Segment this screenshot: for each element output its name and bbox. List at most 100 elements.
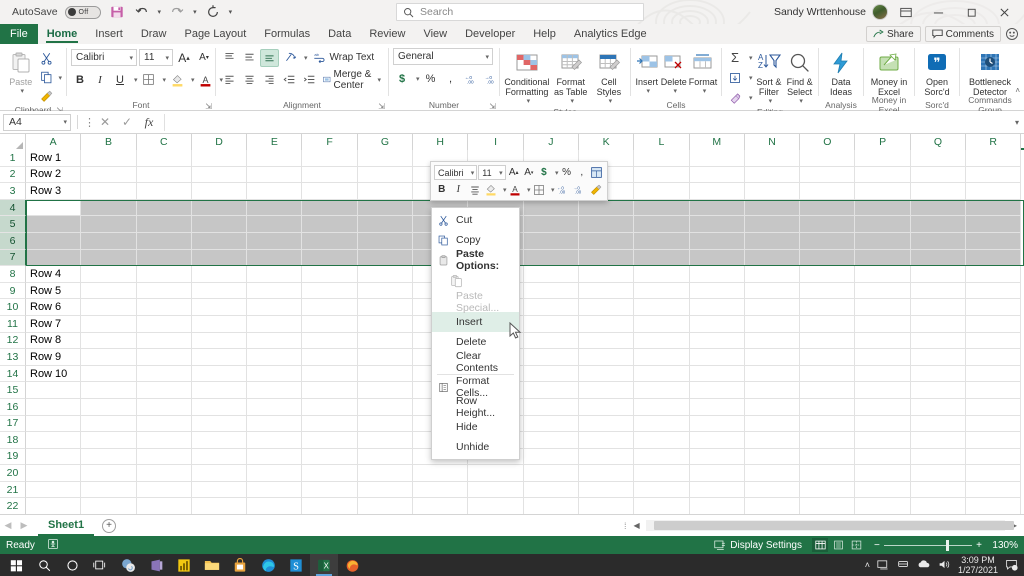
- cell-J19[interactable]: [523, 448, 579, 466]
- autosave-toggle[interactable]: Off: [64, 5, 101, 19]
- cell-K21[interactable]: [578, 481, 635, 499]
- cell-G21[interactable]: [357, 481, 414, 499]
- mini-accounting-icon[interactable]: $: [537, 165, 551, 181]
- autosum-caret[interactable]: ▾: [749, 54, 753, 62]
- row-header-2[interactable]: 2: [0, 166, 26, 184]
- cell-O18[interactable]: [800, 432, 856, 449]
- cell-D12[interactable]: [191, 332, 248, 350]
- row-header-21[interactable]: 21: [0, 481, 26, 499]
- save-icon[interactable]: [108, 3, 126, 21]
- format-painter-icon[interactable]: [37, 87, 55, 105]
- cell-B15[interactable]: [81, 382, 137, 399]
- cell-Q6[interactable]: [910, 232, 967, 250]
- cell-N10[interactable]: [744, 299, 801, 316]
- cell-F4[interactable]: [302, 199, 358, 217]
- column-header-Q[interactable]: Q: [910, 134, 967, 150]
- cell-M16[interactable]: [689, 398, 745, 416]
- cell-Q22[interactable]: [911, 498, 967, 514]
- cell-styles-button[interactable]: Cell Styles ▾: [592, 47, 626, 107]
- column-header-N[interactable]: N: [744, 134, 801, 150]
- cell-L20[interactable]: [634, 465, 690, 482]
- cell-Q17[interactable]: [910, 415, 967, 433]
- zoom-thumb[interactable]: [945, 539, 949, 551]
- enter-icon[interactable]: ✓: [116, 115, 138, 129]
- bottleneck-detector-button[interactable]: Bottleneck Detector: [964, 47, 1016, 97]
- mini-fill-color-icon[interactable]: [484, 182, 500, 198]
- cell-D8[interactable]: [191, 266, 248, 283]
- row-header-3[interactable]: 3: [0, 183, 26, 200]
- context-menu-item-format-cells[interactable]: Format Cells...: [432, 375, 519, 399]
- cell-M20[interactable]: [689, 465, 745, 482]
- cell-R6[interactable]: [966, 232, 1022, 250]
- italic-button[interactable]: I: [91, 71, 109, 89]
- row-header-1[interactable]: 1: [0, 150, 26, 167]
- cell-L3[interactable]: [634, 183, 690, 200]
- cell-G3[interactable]: [357, 183, 414, 200]
- mini-fill-color-caret[interactable]: ▾: [503, 186, 507, 194]
- refresh-icon[interactable]: [204, 3, 222, 21]
- cell-A1[interactable]: Row 1: [26, 150, 82, 167]
- close-button[interactable]: [989, 0, 1020, 24]
- show-hidden-icons-chevron[interactable]: ˄: [865, 560, 870, 570]
- cell-M1[interactable]: [689, 150, 745, 167]
- cell-K19[interactable]: [578, 448, 635, 466]
- cell-N15[interactable]: [744, 382, 801, 399]
- cell-B1[interactable]: [81, 150, 137, 167]
- insert-function-icon[interactable]: fx: [138, 115, 160, 130]
- cell-O21[interactable]: [800, 481, 856, 499]
- row-header-11[interactable]: 11: [0, 315, 26, 333]
- cell-R10[interactable]: [966, 299, 1022, 316]
- cell-P10[interactable]: [855, 299, 911, 316]
- add-sheet-button[interactable]: +: [102, 518, 117, 533]
- file-explorer-icon[interactable]: [198, 554, 226, 576]
- cell-M10[interactable]: [689, 299, 745, 316]
- cell-B20[interactable]: [81, 465, 137, 482]
- scroll-left-button[interactable]: ◀: [631, 521, 643, 530]
- cell-J14[interactable]: [523, 365, 579, 383]
- cell-G16[interactable]: [357, 398, 414, 416]
- cell-P14[interactable]: [855, 365, 911, 383]
- cell-P11[interactable]: [855, 315, 911, 333]
- cell-G7[interactable]: [357, 249, 414, 267]
- page-layout-view-icon[interactable]: [830, 538, 846, 552]
- usb-icon[interactable]: [897, 559, 910, 571]
- row-header-20[interactable]: 20: [0, 465, 26, 482]
- sheet-tab-sheet1[interactable]: Sheet1: [38, 515, 95, 536]
- mini-font-color-caret[interactable]: ▾: [527, 186, 531, 194]
- cell-F20[interactable]: [302, 465, 358, 482]
- tab-review[interactable]: Review: [360, 24, 414, 44]
- cell-R13[interactable]: [966, 349, 1022, 366]
- underline-button[interactable]: U: [111, 71, 129, 89]
- cell-L6[interactable]: [634, 232, 690, 250]
- action-center-icon[interactable]: 1: [1005, 558, 1018, 573]
- cell-P7[interactable]: [855, 249, 911, 267]
- mini-borders-caret[interactable]: ▾: [551, 186, 555, 194]
- increase-decimal-icon[interactable]: ←0.00: [462, 70, 480, 88]
- cell-P22[interactable]: [855, 498, 911, 514]
- cell-B18[interactable]: [81, 432, 137, 449]
- insert-cells-button[interactable]: Insert ▾: [635, 47, 659, 97]
- cell-L22[interactable]: [634, 498, 690, 514]
- cell-C18[interactable]: [136, 432, 192, 449]
- cell-E8[interactable]: [247, 266, 303, 283]
- cell-Q14[interactable]: [910, 365, 967, 383]
- cell-O3[interactable]: [800, 183, 856, 200]
- cell-D1[interactable]: [191, 150, 248, 167]
- cell-C19[interactable]: [136, 448, 192, 466]
- column-header-F[interactable]: F: [302, 134, 358, 150]
- column-header-C[interactable]: C: [136, 134, 192, 150]
- cell-D6[interactable]: [191, 232, 248, 250]
- cell-E1[interactable]: [247, 150, 303, 167]
- cell-C12[interactable]: [136, 332, 192, 350]
- tab-developer[interactable]: Developer: [456, 24, 524, 44]
- cell-L2[interactable]: [634, 166, 690, 184]
- cell-B2[interactable]: [81, 166, 137, 184]
- cell-D18[interactable]: [191, 432, 248, 449]
- cell-R19[interactable]: [966, 448, 1022, 466]
- zoom-in-button[interactable]: +: [976, 540, 982, 551]
- cell-B19[interactable]: [81, 448, 137, 466]
- feedback-smiley-icon[interactable]: [1005, 27, 1019, 41]
- column-header-D[interactable]: D: [191, 134, 248, 150]
- tab-file[interactable]: File: [0, 24, 38, 44]
- align-middle-icon[interactable]: [240, 49, 258, 67]
